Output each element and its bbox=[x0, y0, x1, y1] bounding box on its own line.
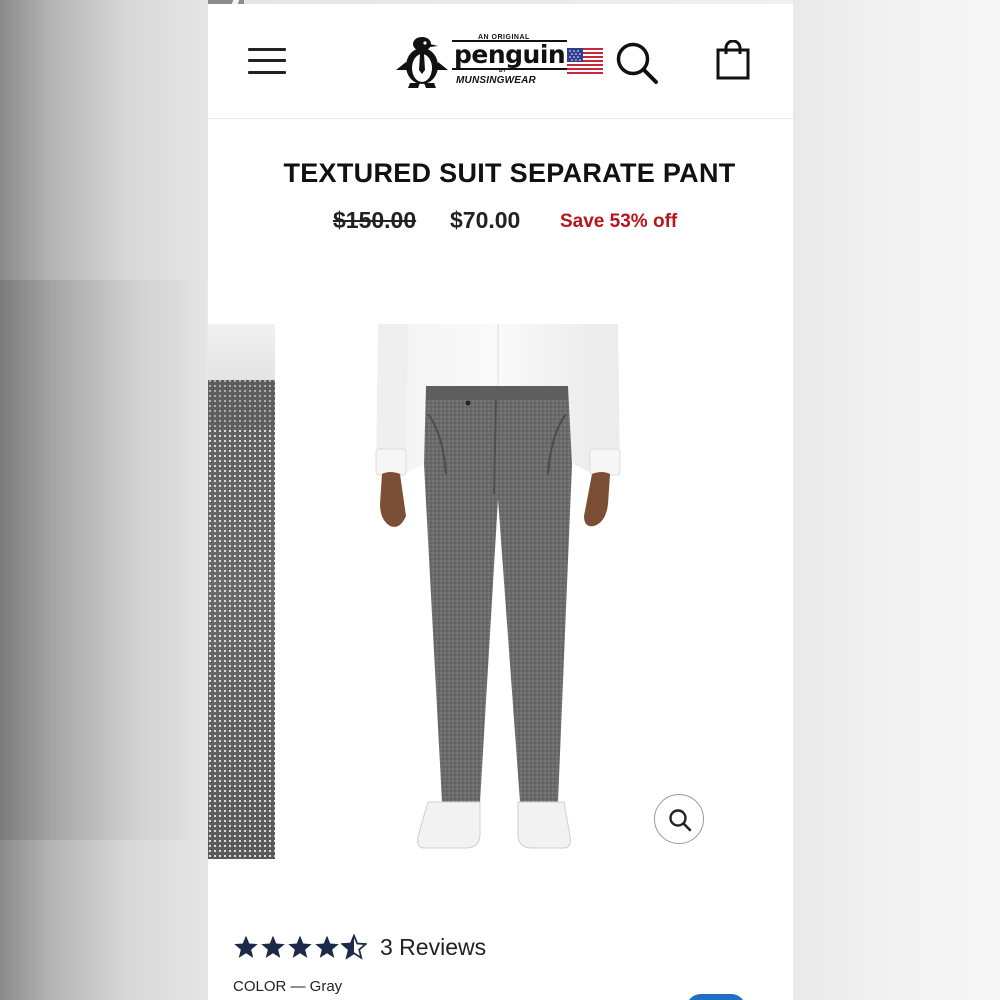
site-header: AN ORIGINAL penguin BY MUNSINGWEAR bbox=[208, 4, 793, 119]
brand-logo[interactable]: AN ORIGINAL penguin BY MUNSINGWEAR bbox=[396, 30, 568, 92]
star-filled-icon bbox=[234, 935, 258, 958]
background-right-blur bbox=[793, 0, 1000, 1000]
savings-badge: Save 53% off bbox=[560, 211, 678, 232]
menu-icon[interactable] bbox=[248, 46, 286, 76]
background-left-blur bbox=[0, 0, 208, 1000]
us-flag-icon[interactable] bbox=[567, 48, 603, 74]
product-rating[interactable]: 3 Reviews bbox=[233, 932, 486, 962]
reviews-count-link[interactable]: 3 Reviews bbox=[380, 934, 486, 961]
logo-sub-brand: MUNSINGWEAR bbox=[456, 75, 536, 86]
gallery-image-previous[interactable] bbox=[208, 324, 275, 859]
product-main-image[interactable] bbox=[368, 324, 628, 860]
magnifier-icon bbox=[669, 809, 692, 832]
star-filled-icon bbox=[261, 935, 285, 958]
zoom-button[interactable] bbox=[654, 794, 704, 844]
price-row: $150.00 $70.00 Save 53% off bbox=[208, 205, 793, 239]
penguin-logo-icon bbox=[396, 37, 448, 88]
star-filled-icon bbox=[288, 935, 312, 958]
star-filled-icon bbox=[315, 935, 339, 958]
search-icon[interactable] bbox=[614, 40, 660, 86]
shopping-bag-icon[interactable] bbox=[715, 40, 751, 80]
mobile-page: AN ORIGINAL penguin BY MUNSINGWEAR TEXTU… bbox=[208, 4, 793, 1000]
original-price: $150.00 bbox=[333, 207, 417, 233]
star-half-icon bbox=[341, 934, 367, 960]
color-label: COLOR — Gray bbox=[233, 978, 343, 995]
product-title: TEXTURED SUIT SEPARATE PANT bbox=[283, 158, 736, 188]
chat-button-partial[interactable] bbox=[686, 994, 746, 1000]
sale-price: $70.00 bbox=[450, 207, 521, 233]
logo-by: BY bbox=[499, 68, 506, 74]
logo-brand: penguin bbox=[452, 40, 568, 70]
